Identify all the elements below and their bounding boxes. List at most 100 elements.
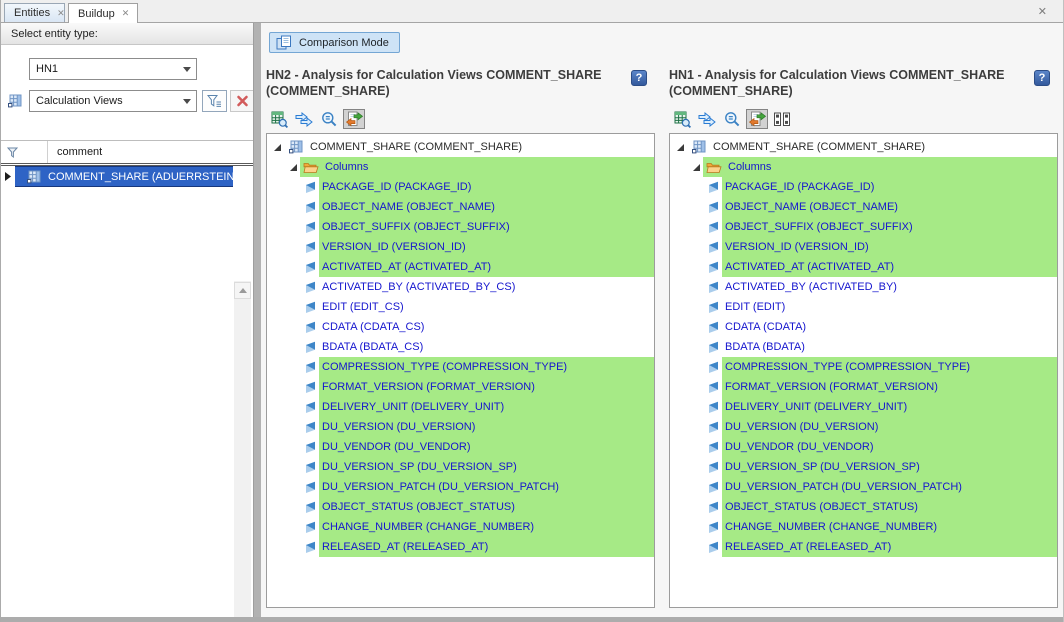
header-filter-cell[interactable] [1,141,48,163]
tree-item-row[interactable]: BDATA (BDATA) [670,337,1057,357]
entity-row-selected[interactable]: COMMENT_SHARE (ADUERRSTEIN_T [1,166,233,187]
tree-item-row[interactable]: CDATA (CDATA_CS) [267,317,654,337]
column-icon [305,441,316,454]
zoom-equal-icon[interactable] [318,109,340,129]
export-table-search-icon[interactable] [671,109,693,129]
tab-buildup[interactable]: Buildup ✕ [68,3,138,23]
sidebar-scrollbar[interactable] [234,281,251,622]
tree-item-label: PACKAGE_ID (PACKAGE_ID) [322,181,471,193]
export-table-search-icon[interactable] [268,109,290,129]
panel-close-icon[interactable]: ✕ [1038,5,1047,18]
tree-item-row[interactable]: DU_VERSION_PATCH (DU_VERSION_PATCH) [670,477,1057,497]
tree-item-row[interactable]: CHANGE_NUMBER (CHANGE_NUMBER) [670,517,1057,537]
tree-root-row[interactable]: COMMENT_SHARE (COMMENT_SHARE) [267,137,654,157]
zoom-equal-icon[interactable] [721,109,743,129]
tree-item-row[interactable]: EDIT (EDIT) [670,297,1057,317]
tab-close-icon[interactable]: ✕ [57,9,65,18]
entity-row-label: COMMENT_SHARE (ADUERRSTEIN_T [48,171,233,183]
tree-item-row[interactable]: ACTIVATED_AT (ACTIVATED_AT) [670,257,1057,277]
tab-close-icon[interactable]: ✕ [122,9,130,18]
tree-item-row[interactable]: DU_VERSION_SP (DU_VERSION_SP) [670,457,1057,477]
system-dropdown[interactable]: HN1 [29,58,197,80]
entity-type-dropdown[interactable]: Calculation Views [29,90,197,112]
column-icon [708,481,719,494]
tree-item-highlight: DU_VERSION_PATCH (DU_VERSION_PATCH) [319,477,654,497]
column-header-comment[interactable]: comment [48,141,253,163]
tree-item-row[interactable]: ACTIVATED_AT (ACTIVATED_AT) [267,257,654,277]
tree-item-row[interactable]: DU_VENDOR (DU_VENDOR) [670,437,1057,457]
tree-item-label: DU_VENDOR (DU_VENDOR) [322,441,471,453]
column-icon [708,181,719,194]
column-icon [708,201,719,214]
tree-item-row[interactable]: VERSION_ID (VERSION_ID) [670,237,1057,257]
compare-toggle-icon[interactable] [746,109,768,129]
tree-item-row[interactable]: DU_VERSION (DU_VERSION) [670,417,1057,437]
tree-item-row[interactable]: CHANGE_NUMBER (CHANGE_NUMBER) [267,517,654,537]
clear-filter-button[interactable] [230,90,255,112]
tree-item-row[interactable]: OBJECT_NAME (OBJECT_NAME) [670,197,1057,217]
column-icon [708,241,719,254]
tree-item-row[interactable]: OBJECT_STATUS (OBJECT_STATUS) [670,497,1057,517]
tree-item-row[interactable]: VERSION_ID (VERSION_ID) [267,237,654,257]
sidebar-header: Select entity type: [1,23,253,45]
tree-item-row[interactable]: DU_VERSION_SP (DU_VERSION_SP) [267,457,654,477]
tab-buildup-label: Buildup [78,8,115,20]
tree-item-row[interactable]: OBJECT_SUFFIX (OBJECT_SUFFIX) [267,217,654,237]
tree-item-row[interactable]: PACKAGE_ID (PACKAGE_ID) [267,177,654,197]
tree-item-label: OBJECT_STATUS (OBJECT_STATUS) [322,501,515,513]
compare-toggle-icon[interactable] [343,109,365,129]
column-icon [708,521,719,534]
column-icon [305,521,316,534]
tree-item-row[interactable]: OBJECT_STATUS (OBJECT_STATUS) [267,497,654,517]
tree-item-highlight: RELEASED_AT (RELEASED_AT) [722,537,1057,557]
column-icon [708,261,719,274]
tree-item-row[interactable]: DELIVERY_UNIT (DELIVERY_UNIT) [670,397,1057,417]
filter-button[interactable] [202,90,227,112]
tree-item-label: OBJECT_SUFFIX (OBJECT_SUFFIX) [725,221,913,233]
tree-item-row[interactable]: ACTIVATED_BY (ACTIVATED_BY_CS) [267,277,654,297]
tree-item-row[interactable]: PACKAGE_ID (PACKAGE_ID) [670,177,1057,197]
column-icon [305,181,316,194]
tree-item-row[interactable]: OBJECT_NAME (OBJECT_NAME) [267,197,654,217]
tree-item-row[interactable]: FORMAT_VERSION (FORMAT_VERSION) [267,377,654,397]
column-pairs-icon[interactable] [771,109,793,129]
help-icon[interactable]: ? [631,70,647,86]
tree-item-highlight: DELIVERY_UNIT (DELIVERY_UNIT) [319,397,654,417]
tree-item-row[interactable]: ACTIVATED_BY (ACTIVATED_BY) [670,277,1057,297]
tree-item-highlight: DU_VERSION_PATCH (DU_VERSION_PATCH) [722,477,1057,497]
tree-item-highlight: CHANGE_NUMBER (CHANGE_NUMBER) [722,517,1057,537]
tree-item-row[interactable]: COMPRESSION_TYPE (COMPRESSION_TYPE) [670,357,1057,377]
tree-item-row[interactable]: DELIVERY_UNIT (DELIVERY_UNIT) [267,397,654,417]
tree-item-row[interactable]: DU_VERSION (DU_VERSION) [267,417,654,437]
tree-item-label: DU_VERSION (DU_VERSION) [322,421,475,433]
tree-item-row[interactable]: OBJECT_SUFFIX (OBJECT_SUFFIX) [670,217,1057,237]
tree-item-row[interactable]: BDATA (BDATA_CS) [267,337,654,357]
column-icon [708,441,719,454]
tree-item-row[interactable]: RELEASED_AT (RELEASED_AT) [670,537,1057,557]
tree-item-row[interactable]: FORMAT_VERSION (FORMAT_VERSION) [670,377,1057,397]
scroll-up-icon[interactable] [234,282,251,299]
tree-item-row[interactable]: DU_VENDOR (DU_VENDOR) [267,437,654,457]
column-icon [305,341,316,354]
column-icon [305,241,316,254]
column-icon [305,461,316,474]
tree-item-highlight: PACKAGE_ID (PACKAGE_ID) [319,177,654,197]
tree-item-row[interactable]: RELEASED_AT (RELEASED_AT) [267,537,654,557]
sync-arrows-icon[interactable] [293,109,315,129]
tree-item-row[interactable]: EDIT (EDIT_CS) [267,297,654,317]
help-icon[interactable]: ? [1034,70,1050,86]
tree-root-row[interactable]: COMMENT_SHARE (COMMENT_SHARE) [670,137,1057,157]
tree-item-row[interactable]: COMPRESSION_TYPE (COMPRESSION_TYPE) [267,357,654,377]
tab-entities[interactable]: Entities ✕ [4,3,65,22]
tree-item-label: DU_VENDOR (DU_VENDOR) [725,441,874,453]
tree-item-row[interactable]: CDATA (CDATA) [670,317,1057,337]
tree-item-highlight: FORMAT_VERSION (FORMAT_VERSION) [722,377,1057,397]
tree-folder-row[interactable]: Columns [267,157,654,177]
sync-arrows-icon[interactable] [696,109,718,129]
entity-row-body: COMMENT_SHARE (ADUERRSTEIN_T [15,166,233,187]
tree-item-label: COMPRESSION_TYPE (COMPRESSION_TYPE) [725,361,970,373]
tree-folder-row[interactable]: Columns [670,157,1057,177]
tree-item-row[interactable]: DU_VERSION_PATCH (DU_VERSION_PATCH) [267,477,654,497]
sidebar-splitter[interactable] [253,23,261,617]
tree-item-highlight: BDATA (BDATA_CS) [319,337,654,357]
